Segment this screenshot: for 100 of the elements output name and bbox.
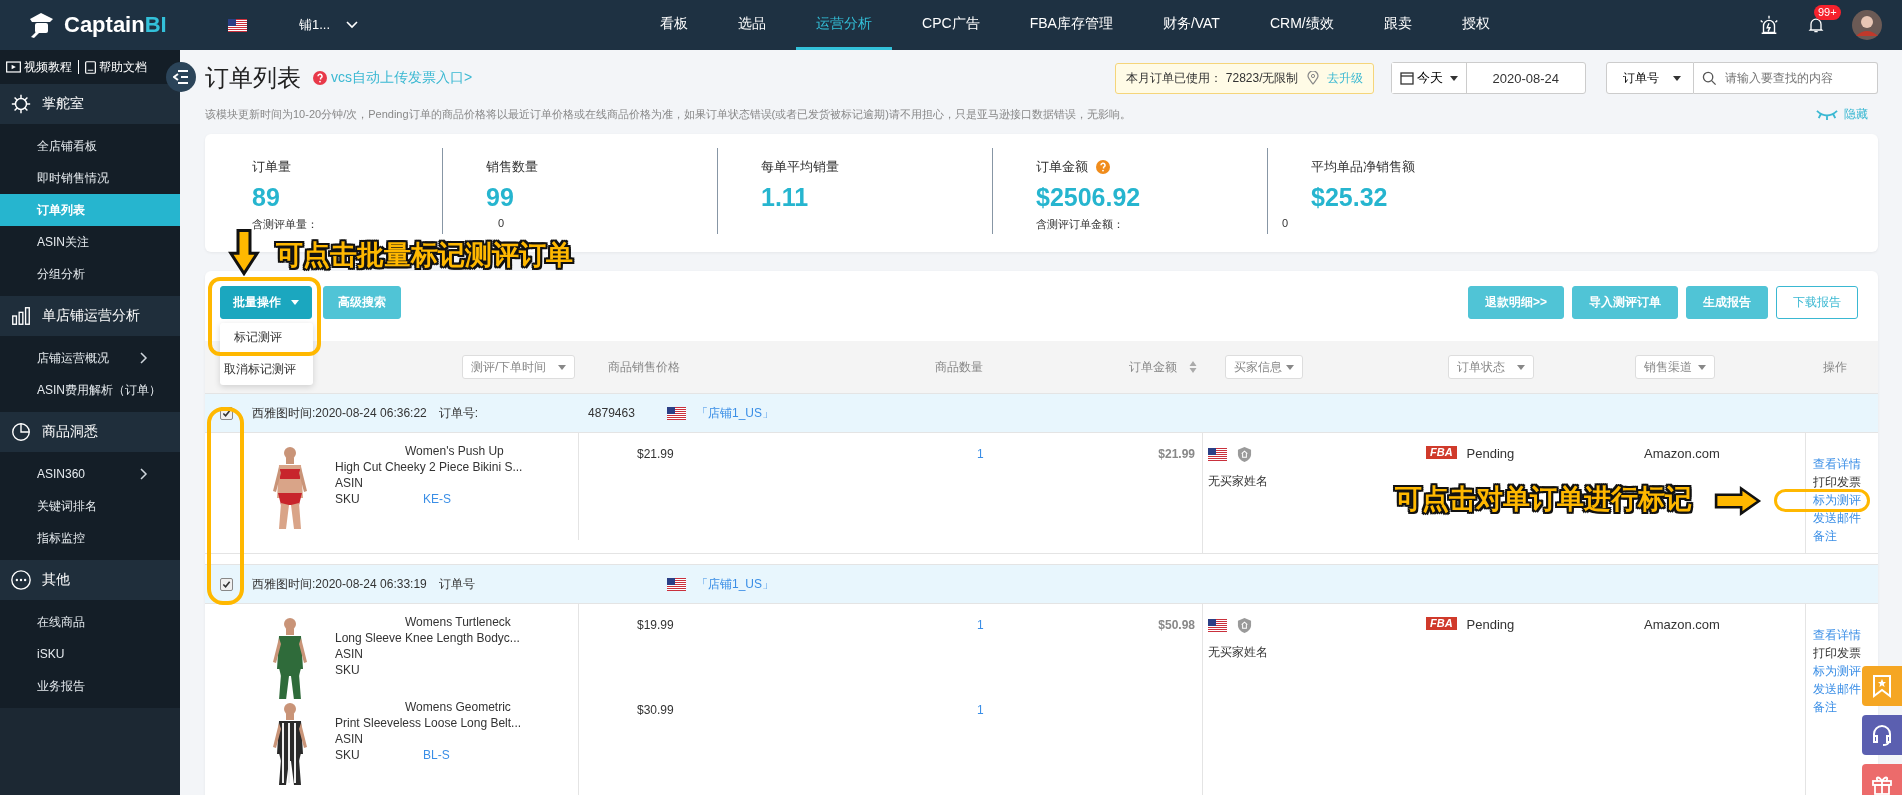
bookmark-icon	[1872, 674, 1892, 698]
support-button[interactable]	[1862, 715, 1902, 755]
stat-value: 1.11	[761, 183, 810, 212]
caret-icon	[558, 364, 566, 370]
action-link[interactable]: 打印发票	[1813, 644, 1861, 662]
us-flag-icon	[667, 577, 686, 591]
action-link[interactable]: 查看详情	[1813, 626, 1861, 644]
stat-sub-label: 含测评单量：	[252, 217, 318, 232]
action-link[interactable]: 标为测评	[1813, 662, 1861, 680]
sidebar-item[interactable]: 即时销售情况	[0, 162, 180, 194]
sku-label: SKU	[335, 662, 361, 678]
video-tutorial-link[interactable]: 视频教程	[6, 58, 72, 76]
action-link[interactable]: 发送邮件	[1813, 509, 1861, 527]
order-time: 西雅图时间:2020-08-24 06:36:22	[252, 404, 427, 422]
sidebar-item[interactable]: ASIN关注	[0, 226, 180, 258]
quota-text: 本月订单已使用： 72823/无限制	[1126, 69, 1299, 87]
help-docs-link[interactable]: 帮助文档	[85, 58, 147, 76]
sku-label: SKU	[335, 491, 361, 507]
sidebar-item[interactable]: 关键词排名	[0, 490, 180, 522]
action-link[interactable]: 标为测评	[1813, 491, 1861, 509]
buyer-name: 无买家姓名	[1208, 473, 1269, 490]
order-number-label: 订单号:	[438, 405, 479, 420]
document-icon	[85, 60, 96, 74]
action-link[interactable]: 发送邮件	[1813, 680, 1861, 698]
collapse-sidebar-button[interactable]	[166, 62, 196, 92]
logo-text[interactable]: CaptainBI	[64, 12, 167, 38]
stat-label: 订单金额	[1036, 158, 1088, 176]
sidebar-item[interactable]: 指标监控	[0, 522, 180, 554]
unit-price: $30.99	[636, 702, 675, 719]
stat-sub-value: 0	[1281, 217, 1288, 231]
action-link[interactable]: 备注	[1813, 527, 1861, 545]
gear-icon	[10, 93, 32, 115]
sidebar-item[interactable]: ASIN360	[0, 458, 180, 490]
alarm-light-icon[interactable]	[1758, 14, 1780, 36]
shield-icon	[1237, 446, 1252, 463]
product-title: Print Sleeveless Loose Long Belt...	[335, 716, 522, 730]
search-box[interactable]: 请输入要查找的内容	[1694, 62, 1878, 94]
column-filter[interactable]: 测评/下单时间	[462, 355, 575, 379]
checkmark-icon	[222, 579, 231, 589]
stat-sub-value: 0	[497, 217, 504, 231]
column-filter[interactable]: 订单状态	[1448, 355, 1534, 379]
section-title: 掌舵室	[42, 95, 84, 113]
action-link[interactable]: 查看详情	[1813, 455, 1861, 473]
nav-tab[interactable]: CRM/绩效	[1249, 0, 1354, 50]
update-notice: 该模块更新时间为10-20分钟/次，Pending订单的商品价格将以最近订单价格或在线商品价格为准，如果订单状态错误(或者已发货被标记逾期)请不用担心，只是亚马逊接口数据错误，无影响。	[205, 106, 1132, 122]
sidebar-section[interactable]: 其他	[0, 560, 180, 600]
column-filter[interactable]: 买家信息	[1225, 355, 1303, 379]
chevron-right-icon	[140, 352, 148, 364]
gift-button[interactable]	[1862, 764, 1902, 795]
help-icon	[313, 71, 327, 85]
chevron-down-icon	[346, 21, 359, 29]
sidebar-item[interactable]: 分组分析	[0, 258, 180, 290]
us-flag-icon	[1208, 448, 1227, 461]
sidebar-item[interactable]: 业务报告	[0, 670, 180, 702]
menu-item[interactable]: 取消标记测评	[220, 357, 313, 381]
more-icon	[10, 569, 32, 591]
nav-tab[interactable]: CPC广告	[902, 0, 1000, 50]
nav-tab[interactable]: FBA库存管理	[1009, 0, 1133, 50]
search-icon	[1702, 70, 1717, 86]
us-flag-icon	[1208, 619, 1227, 632]
product-title: Womens Geometric	[405, 700, 511, 714]
order-number: 4879463	[588, 405, 635, 420]
collapse-icon	[173, 70, 189, 84]
pie-chart-icon	[10, 421, 32, 443]
annotation-text: 可点击批量标记测评订单	[276, 240, 573, 270]
location-pin-icon	[1306, 71, 1319, 85]
avatar[interactable]	[1852, 10, 1882, 40]
sidebar-item[interactable]: 在线商品	[0, 606, 180, 638]
sidebar-section[interactable]: 单店铺运营分析	[0, 296, 180, 336]
order-checkbox[interactable]	[220, 577, 233, 591]
sidebar-item[interactable]: iSKU	[0, 638, 180, 670]
store-selector[interactable]: 铺1...	[228, 16, 359, 34]
stat-label: 销售数量	[486, 158, 538, 176]
menu-item[interactable]: 标记测评	[220, 325, 313, 349]
nav-tab[interactable]: 财务/VAT	[1142, 0, 1240, 50]
column-filter[interactable]: 销售渠道	[1635, 355, 1715, 379]
sidebar-section[interactable]: 商品洞悉	[0, 412, 180, 452]
eye-closed-icon	[1816, 108, 1838, 120]
sidebar-item[interactable]: 店铺运营概况	[0, 342, 180, 374]
headset-icon	[1870, 723, 1894, 747]
order-amount: $50.98	[1158, 618, 1195, 632]
sidebar-item[interactable]: 全店铺看板	[0, 130, 180, 162]
quantity: 1	[976, 617, 985, 634]
nav-tab[interactable]: 运营分析	[796, 0, 893, 50]
nav-tab[interactable]: 授权	[1441, 0, 1510, 50]
action-link[interactable]: 备注	[1813, 698, 1861, 716]
caret-icon	[1517, 364, 1525, 370]
search-field[interactable]: 请输入要查找的内容	[1723, 70, 1877, 86]
sidebar-section[interactable]: 掌舵室	[0, 84, 180, 124]
shield-icon	[1237, 617, 1252, 634]
play-icon	[6, 61, 21, 73]
stat-value: $2506.92	[1036, 183, 1142, 212]
action-link[interactable]: 打印发票	[1813, 473, 1861, 491]
nav-tab[interactable]: 跟卖	[1363, 0, 1432, 50]
search-field-select[interactable]: 订单号	[1606, 62, 1694, 94]
nav-tab[interactable]: 看板	[640, 0, 709, 50]
caret-icon	[1673, 75, 1681, 81]
sidebar-item[interactable]: ASIN费用解析（订单）	[0, 374, 180, 406]
nav-tab[interactable]: 选品	[718, 0, 787, 50]
unit-price: $19.99	[636, 617, 675, 634]
